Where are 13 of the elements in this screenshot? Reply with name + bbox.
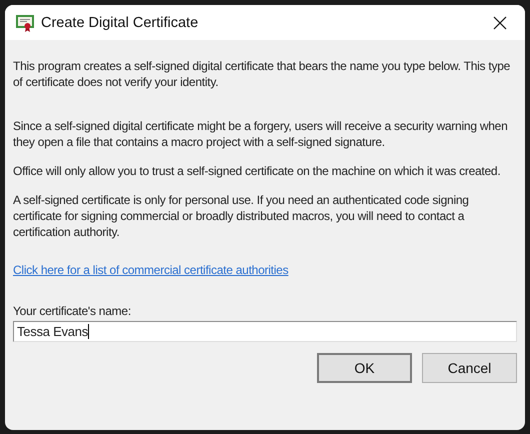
description-paragraph: A self-signed certificate is only for personal use. If you need an authenticated code signing certificate for signing commercial or broadly distributed macros, you will need to contact a certification authority. xyxy=(13,192,470,240)
cancel-button[interactable]: Cancel xyxy=(422,353,517,383)
description-paragraph: Since a self-signed digital certificate might be a forgery, users will receive a security warning when they open a file that contains a macro project with a self-signed signature. xyxy=(13,118,509,150)
authorities-link[interactable]: Click here for a list of commercial certificate authorities xyxy=(13,263,288,277)
certificate-icon xyxy=(15,12,35,32)
description-paragraph: Office will only allow you to trust a self-signed certificate on the machine on which it was created. xyxy=(13,163,502,179)
name-input-field[interactable]: Tessa Evans xyxy=(13,321,517,342)
name-label: Your certificate's name: xyxy=(13,304,131,318)
description-paragraph: This program creates a self-signed digital certificate that bears the name you type below. This type of certificate does not verify your identity. xyxy=(13,58,512,90)
ok-button[interactable]: OK xyxy=(317,353,412,383)
window-title: Create Digital Certificate xyxy=(41,14,200,30)
close-icon[interactable] xyxy=(493,16,507,30)
name-value: Tessa Evans xyxy=(17,324,88,339)
